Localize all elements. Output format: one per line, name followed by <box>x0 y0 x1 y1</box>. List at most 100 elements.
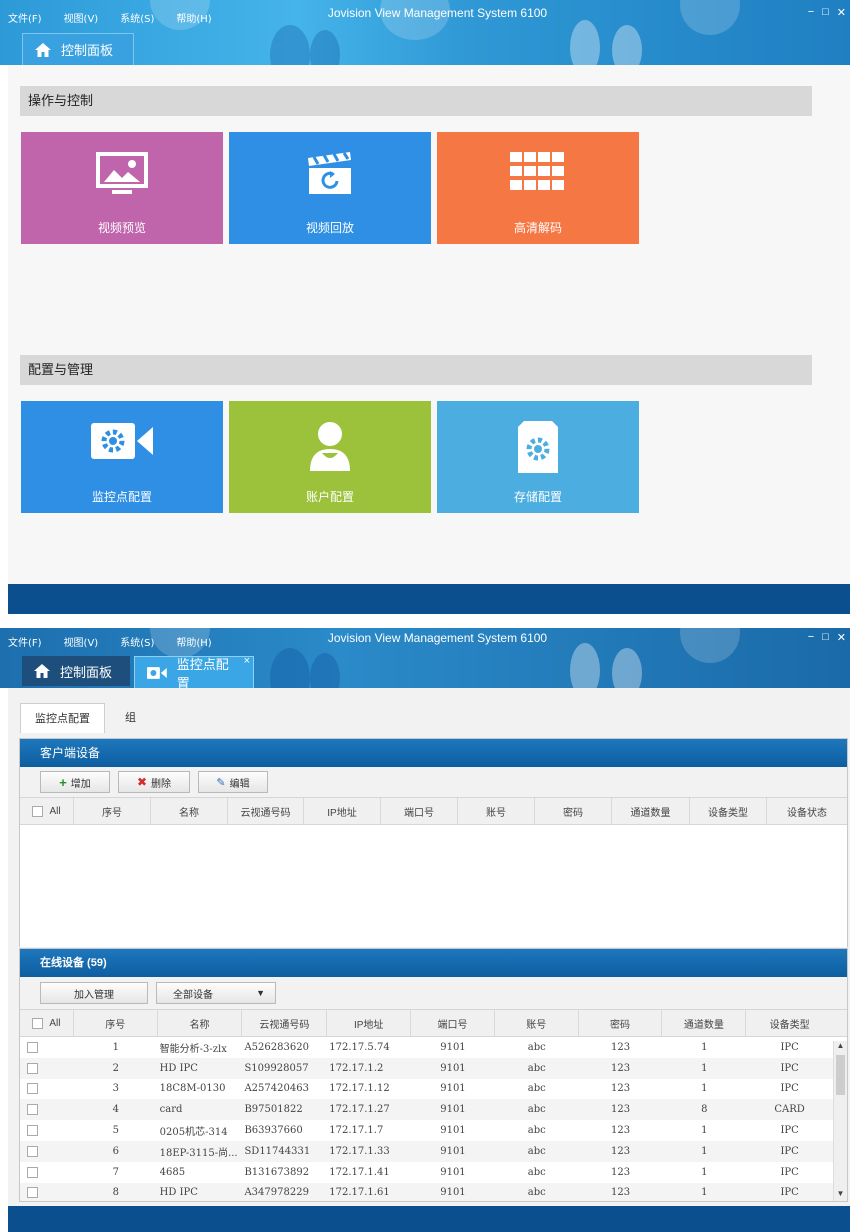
table-row[interactable]: 5 0205机芯-314 B63937660 172.17.1.7 9101 abc 123… <box>20 1120 833 1141</box>
table-cell: 123 <box>610 1104 631 1116</box>
tab-control-panel[interactable]: 控制面板 <box>22 656 130 686</box>
col-header: 端口号 <box>411 1010 495 1036</box>
close-button[interactable]: ✕ <box>837 6 846 19</box>
row-checkbox-cell[interactable] <box>20 1037 74 1058</box>
tile-hd-decode[interactable]: 高清解码 <box>437 132 639 244</box>
row-checkbox-cell[interactable] <box>20 1099 74 1120</box>
table-cell: 9101 <box>440 1125 466 1137</box>
table-cell: 9101 <box>440 1083 466 1095</box>
table-row[interactable]: 1 智能分析-3-zlx A526283620 172.17.5.74 9101 abc 1… <box>20 1037 833 1058</box>
checkbox[interactable] <box>27 1083 39 1095</box>
tab-label: 控制面板 <box>60 664 113 680</box>
table-cell: B63937660 <box>244 1125 303 1137</box>
table-cell: SD11744331 <box>244 1145 311 1157</box>
plus-icon: + <box>59 774 67 790</box>
scroll-down-arrow-icon[interactable]: ▼ <box>834 1189 847 1201</box>
col-header: 密码 <box>535 798 612 824</box>
monitor-config-screen: 文件(F) 视图(V) 系统(S) 帮助(H) Jovision View Ma… <box>0 628 850 1232</box>
edit-button[interactable]: ✎ 编辑 <box>198 771 268 793</box>
tile-storage-config[interactable]: 存储配置 <box>437 401 639 513</box>
user-account-icon <box>310 422 350 471</box>
table-row[interactable]: 3 18C8M-0130 A257420463 172.17.1.12 9101 abc 1… <box>20 1079 833 1100</box>
row-checkbox-cell[interactable] <box>20 1141 74 1162</box>
tile-label: 视频预览 <box>97 221 146 235</box>
row-checkbox-cell[interactable] <box>20 1183 74 1201</box>
tile-label: 监控点配置 <box>91 490 152 504</box>
minimize-button[interactable]: − <box>808 631 814 644</box>
checkbox[interactable] <box>27 1104 39 1116</box>
checkbox[interactable] <box>27 1166 39 1178</box>
table-cell: 3 <box>112 1083 119 1095</box>
table-cell: 172.17.1.2 <box>329 1062 384 1074</box>
tab-label: 监控点配置 <box>176 656 229 689</box>
subtab-monitor-point-config[interactable]: 监控点配置 <box>20 703 105 733</box>
checkbox[interactable] <box>32 805 44 817</box>
row-checkbox-cell[interactable] <box>20 1162 74 1183</box>
device-filter-select[interactable]: 全部设备 ▼ <box>156 982 276 1004</box>
pencil-icon: ✎ <box>216 776 226 789</box>
tile-video-preview[interactable]: 视频预览 <box>21 132 223 244</box>
add-to-management-button[interactable]: 加入管理 <box>40 982 148 1004</box>
col-header: 设备状态 <box>787 807 827 819</box>
row-checkbox-cell[interactable] <box>20 1120 74 1141</box>
col-header: 序号 <box>74 798 151 824</box>
vertical-scrollbar[interactable]: ▲ ▼ <box>833 1041 847 1201</box>
checkbox[interactable] <box>27 1062 39 1074</box>
tab-monitor-point-config[interactable]: 监控点配置 × <box>134 655 254 689</box>
table-cell: abc <box>527 1083 546 1095</box>
monitor-picture-icon <box>96 152 148 194</box>
minimize-button[interactable]: − <box>808 6 814 19</box>
tile-monitor-point-config[interactable]: 监控点配置 <box>21 401 223 513</box>
table-cell: 9101 <box>440 1166 466 1178</box>
maximize-button[interactable]: □ <box>822 6 829 19</box>
subtab-bar: 监控点配置 组 <box>20 703 150 733</box>
table-cell: 9101 <box>440 1187 466 1199</box>
col-select-all[interactable]: All <box>20 798 74 824</box>
add-button[interactable]: + 增加 <box>40 771 110 793</box>
table-cell: abc <box>527 1104 546 1116</box>
table-row[interactable]: 7 4685 B131673892 172.17.1.41 9101 abc 123 1 IPC <box>20 1162 833 1183</box>
checkbox[interactable] <box>27 1145 39 1157</box>
tile-account-config[interactable]: 账户配置 <box>229 401 431 513</box>
table-row[interactable]: 2 HD IPC S109928057 172.17.1.2 9101 abc 123 1 IP… <box>20 1057 833 1079</box>
checkbox[interactable] <box>32 1017 44 1029</box>
scroll-up-arrow-icon[interactable]: ▲ <box>834 1041 847 1055</box>
panel-title: 客户端设备 <box>20 739 847 767</box>
col-select-all[interactable]: All <box>20 1010 74 1036</box>
button-label: 增加 <box>70 778 91 790</box>
tile-video-playback[interactable]: 视频回放 <box>229 132 431 244</box>
window-controls: − □ ✕ <box>808 6 846 19</box>
table-cell: 4685 <box>159 1166 186 1178</box>
window-controls: − □ ✕ <box>808 631 846 644</box>
table-cell: A347978229 <box>244 1187 309 1199</box>
storage-gear-icon <box>518 421 558 473</box>
subtab-group[interactable]: 组 <box>105 703 150 733</box>
table-row[interactable]: 4 card B97501822 172.17.1.27 9101 abc 123 8 CARD <box>20 1099 833 1121</box>
col-header: IP地址 <box>327 1010 412 1036</box>
checkbox[interactable] <box>27 1125 39 1137</box>
online-table-header: All 序号 名称 云视通号码 IP地址 端口号 账号 密码 通道数量 设备类型 <box>20 1009 847 1037</box>
status-footer <box>8 1206 850 1232</box>
maximize-button[interactable]: □ <box>822 631 829 644</box>
table-cell: 123 <box>610 1125 631 1137</box>
row-checkbox-cell[interactable] <box>20 1079 74 1100</box>
table-cell: IPC <box>780 1083 799 1095</box>
row-checkbox-cell[interactable] <box>20 1058 74 1079</box>
table-row[interactable]: 6 18EP-3115-尚... SD11744331 172.17.1.33 9101… <box>20 1140 833 1162</box>
title-bar: 文件(F) 视图(V) 系统(S) 帮助(H) Jovision View Ma… <box>0 628 850 688</box>
delete-button[interactable]: ✖ 删除 <box>118 771 190 793</box>
table-row[interactable]: 8 HD IPC A347978229 172.17.1.61 9101 abc 123 1 I… <box>20 1182 833 1201</box>
camera-gear-icon <box>91 423 153 459</box>
table-cell: 1 <box>701 1166 708 1178</box>
camera-gear-icon <box>147 666 167 679</box>
client-table-body <box>20 825 847 947</box>
tab-control-panel[interactable]: 控制面板 <box>22 33 134 65</box>
close-button[interactable]: ✕ <box>837 631 846 644</box>
checkbox[interactable] <box>27 1041 39 1053</box>
table-cell: 18EP-3115-尚... <box>159 1147 238 1159</box>
table-cell: 172.17.1.41 <box>329 1166 390 1178</box>
checkbox[interactable] <box>27 1187 39 1199</box>
tab-close-icon[interactable]: × <box>244 655 250 667</box>
app-title: Jovision View Management System 6100 <box>327 6 548 20</box>
scroll-thumb[interactable] <box>836 1055 845 1095</box>
